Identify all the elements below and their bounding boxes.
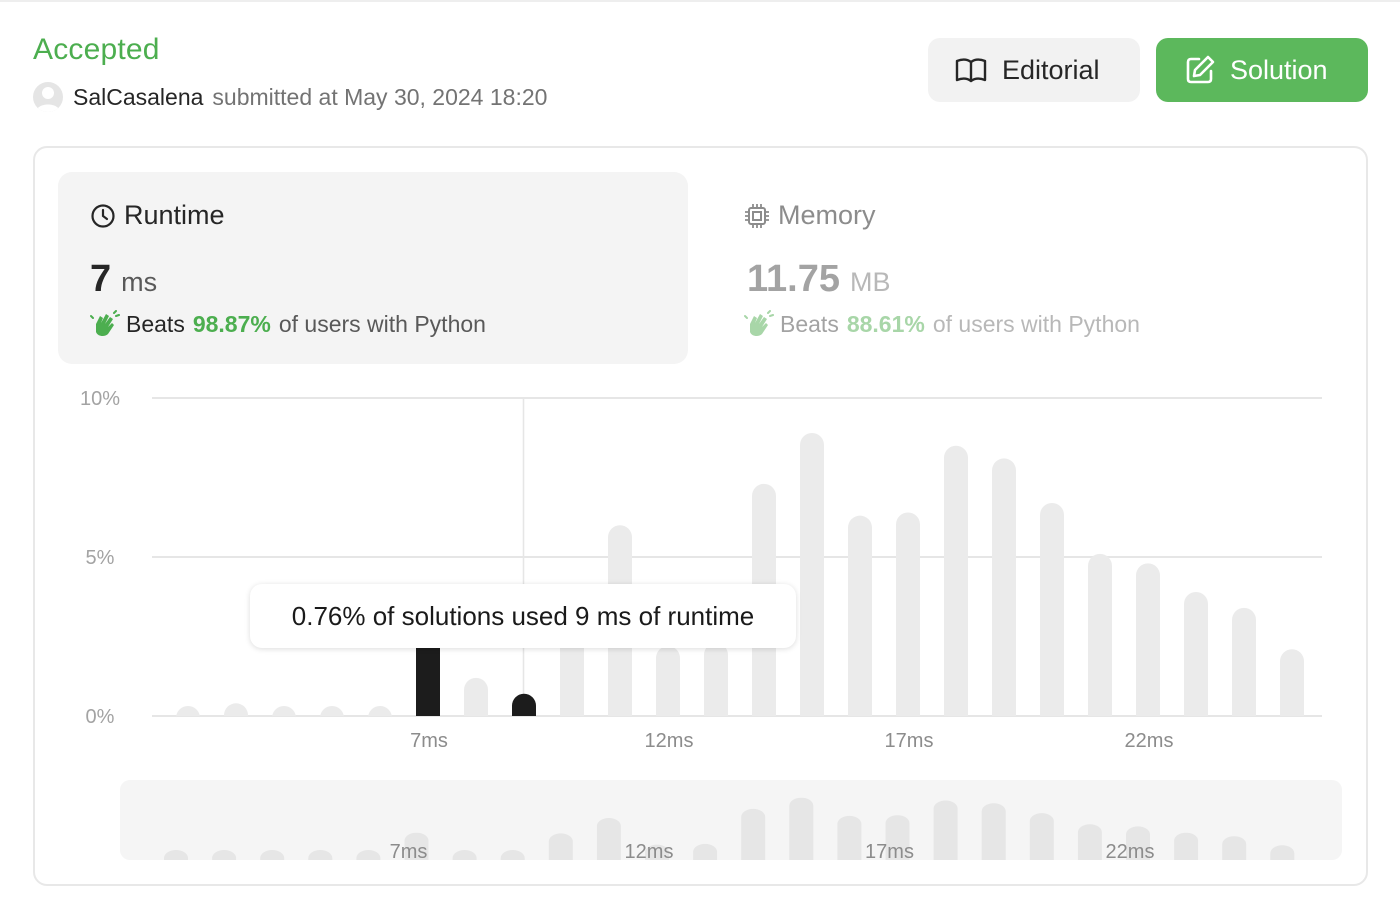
memory-beats-label: Beats (780, 310, 839, 337)
chart-bar[interactable] (800, 432, 824, 716)
solution-button[interactable]: Solution (1156, 38, 1368, 102)
mini-x-tick-label: 7ms (390, 841, 428, 860)
runtime-number: 7 (90, 258, 112, 300)
y-axis: 0% 5% 10% (80, 388, 120, 728)
chart-bar[interactable] (944, 445, 968, 716)
clap-icon (90, 310, 120, 337)
clock-icon (91, 203, 115, 228)
memory-title-label: Memory (778, 200, 876, 230)
chart-bar[interactable] (704, 642, 728, 716)
submitted-time: submitted at May 30, 2024 18:20 (212, 83, 548, 110)
mini-bar (260, 850, 285, 860)
runtime-title-label: Runtime (124, 200, 225, 230)
runtime-beats-rest: of users with Python (278, 310, 486, 337)
user-avatar-icon (36, 87, 60, 112)
mini-bar (212, 850, 237, 860)
chart-bar[interactable] (992, 458, 1016, 716)
chart-bar[interactable] (848, 515, 872, 716)
runtime-distribution-chart[interactable]: 0% 5% 10% 7ms 12ms 17ms 22ms (0, 380, 1400, 760)
clap-icon (744, 310, 774, 337)
memory-tab[interactable]: Memory (744, 200, 876, 231)
memory-beats: Beats 88.61% of users with Python (744, 310, 1140, 338)
range-selector-chart[interactable]: 7ms 12ms 17ms 22ms (0, 780, 1400, 860)
chart-bar[interactable] (464, 677, 488, 716)
avatar[interactable] (33, 82, 63, 112)
top-divider (0, 0, 1400, 2)
mini-bar (500, 850, 525, 860)
editorial-button[interactable]: Editorial (928, 38, 1140, 102)
mini-bar (308, 850, 333, 860)
runtime-beats: Beats 98.87% of users with Python (90, 310, 486, 338)
mini-x-tick-label: 17ms (865, 841, 914, 860)
username-link[interactable]: SalCasalena (73, 84, 203, 111)
x-tick-label: 22ms (1125, 730, 1174, 752)
x-tick-label: 17ms (885, 730, 934, 752)
runtime-title: Runtime (90, 200, 225, 231)
memory-unit: MB (850, 267, 891, 297)
runtime-beats-label: Beats (126, 310, 185, 337)
chart-bar[interactable] (512, 693, 536, 716)
mini-bar (596, 818, 621, 860)
chart-bar[interactable] (224, 703, 248, 716)
chart-bar[interactable] (1040, 502, 1064, 716)
chart-bar[interactable] (896, 512, 920, 716)
mini-bar (1270, 845, 1295, 860)
runtime-unit: ms (121, 267, 158, 297)
memory-beats-rest: of users with Python (932, 310, 1140, 337)
chart-bar[interactable] (656, 646, 680, 716)
mini-bar (1222, 836, 1247, 860)
mini-bar (789, 797, 814, 860)
submission-meta: SalCasalena submitted at May 30, 2024 18… (33, 82, 547, 112)
memory-value: 11.75 MB (747, 258, 891, 301)
x-tick-label: 7ms (410, 730, 448, 752)
memory-number: 11.75 (747, 258, 840, 300)
mini-x-tick-label: 22ms (1106, 841, 1155, 860)
mini-bar (981, 803, 1006, 860)
chart-bar[interactable] (1184, 591, 1208, 716)
y-tick-label: 5% (86, 547, 115, 569)
y-tick-label: 0% (86, 706, 115, 728)
book-icon (955, 58, 987, 83)
chart-bar[interactable] (1232, 607, 1256, 716)
x-axis: 7ms 12ms 17ms 22ms (410, 730, 1173, 752)
mini-bar (933, 800, 958, 860)
mini-bar (164, 850, 188, 860)
chart-bars[interactable] (176, 432, 1304, 718)
editorial-label: Editorial (1002, 54, 1100, 85)
submission-status: Accepted (33, 33, 160, 66)
x-tick-label: 12ms (645, 730, 694, 752)
chip-icon (745, 203, 769, 228)
mini-x-tick-label: 12ms (625, 841, 674, 860)
y-tick-label: 10% (80, 388, 120, 410)
mini-bar (356, 850, 381, 860)
runtime-value: 7 ms (90, 258, 157, 301)
chart-bar[interactable] (1136, 563, 1160, 716)
mini-bar (741, 808, 766, 860)
solution-label: Solution (1230, 54, 1328, 85)
mini-bar (1174, 832, 1199, 860)
mini-bar (1077, 824, 1102, 860)
mini-bar (548, 833, 573, 860)
runtime-beats-pct: 98.87% (192, 310, 271, 337)
chart-bar[interactable] (1088, 553, 1112, 716)
mini-bar (452, 850, 477, 860)
mini-bar (1029, 813, 1054, 860)
memory-beats-pct: 88.61% (846, 310, 925, 337)
mini-bar (837, 815, 862, 860)
chart-bar[interactable] (1280, 649, 1304, 716)
mini-bar (693, 843, 718, 860)
edit-icon (1186, 55, 1215, 84)
chart-tooltip: 0.76% of solutions used 9 ms of runtime (250, 584, 796, 648)
